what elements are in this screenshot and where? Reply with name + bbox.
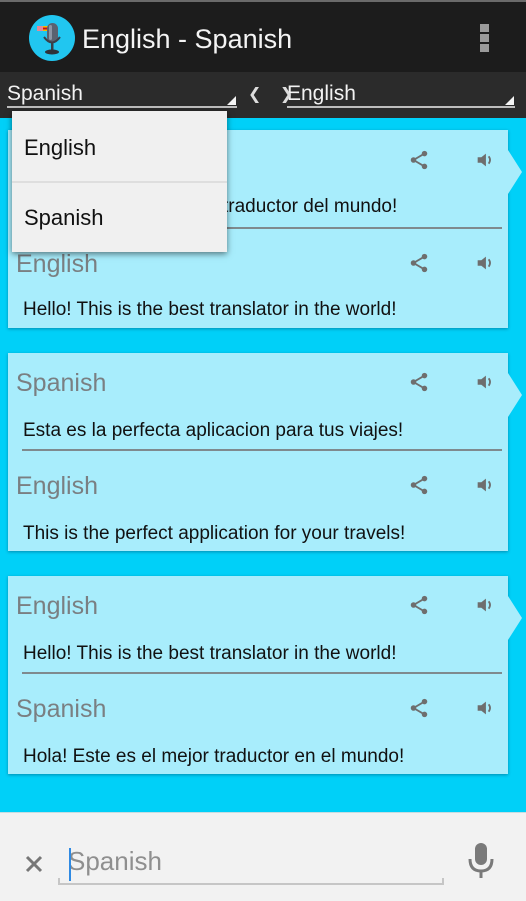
speaker-icon[interactable] [474, 594, 496, 616]
speaker-icon[interactable] [474, 371, 496, 393]
language-dropdown-menu: English Spanish [12, 111, 227, 252]
share-icon[interactable] [408, 371, 430, 393]
dropdown-triangle-icon [227, 96, 236, 105]
speaker-icon[interactable] [474, 474, 496, 496]
microphone-icon[interactable] [466, 841, 496, 881]
card-pointer [508, 150, 522, 194]
divider [22, 449, 502, 451]
share-icon[interactable] [408, 252, 430, 274]
target-text: Hello! This is the best translator in th… [23, 299, 397, 320]
card-pointer [508, 373, 522, 417]
dropdown-option-english[interactable]: English [12, 113, 227, 183]
input-bar [0, 812, 526, 901]
text-cursor [69, 848, 71, 881]
source-text: traductor del mundo! [223, 196, 398, 217]
source-language-label: Spanish [16, 369, 107, 397]
overflow-menu-icon[interactable] [480, 24, 490, 54]
text-input-container [58, 843, 444, 885]
dropdown-triangle-icon [505, 96, 514, 105]
source-language-spinner[interactable]: Spanish [7, 80, 237, 108]
target-language-label: English [16, 250, 98, 278]
action-bar: English - Spanish [0, 0, 526, 72]
speaker-icon[interactable] [474, 697, 496, 719]
speaker-icon[interactable] [474, 149, 496, 171]
share-icon[interactable] [408, 149, 430, 171]
clear-icon[interactable] [22, 852, 46, 876]
target-language-spinner[interactable]: English [287, 80, 515, 108]
dropdown-option-spanish[interactable]: Spanish [12, 183, 227, 253]
divider [22, 672, 502, 674]
source-text: Hello! This is the best translator in th… [23, 643, 397, 664]
app-logo-icon[interactable] [29, 15, 75, 61]
target-language-label: English [16, 472, 98, 500]
app-title: English - Spanish [82, 24, 293, 54]
share-icon[interactable] [408, 474, 430, 496]
card-pointer [508, 596, 522, 640]
text-input[interactable] [68, 843, 438, 879]
speaker-icon[interactable] [474, 252, 496, 274]
source-text: Esta es la perfecta aplicacion para tus … [23, 420, 404, 441]
target-text: Hola! Este es el mejor traductor en el m… [23, 746, 405, 767]
share-icon[interactable] [408, 594, 430, 616]
translation-card[interactable]: Spanish Esta es la perfecta aplicacion p… [8, 353, 522, 551]
source-language-label: English [16, 592, 98, 620]
translation-card[interactable]: English Hello! This is the best translat… [8, 576, 522, 774]
source-language-label: Spanish [7, 82, 83, 105]
target-language-label: Spanish [16, 695, 107, 723]
share-icon[interactable] [408, 697, 430, 719]
target-text: This is the perfect application for your… [23, 523, 406, 544]
swap-languages-button[interactable]: ❮ ❯ [248, 84, 300, 104]
